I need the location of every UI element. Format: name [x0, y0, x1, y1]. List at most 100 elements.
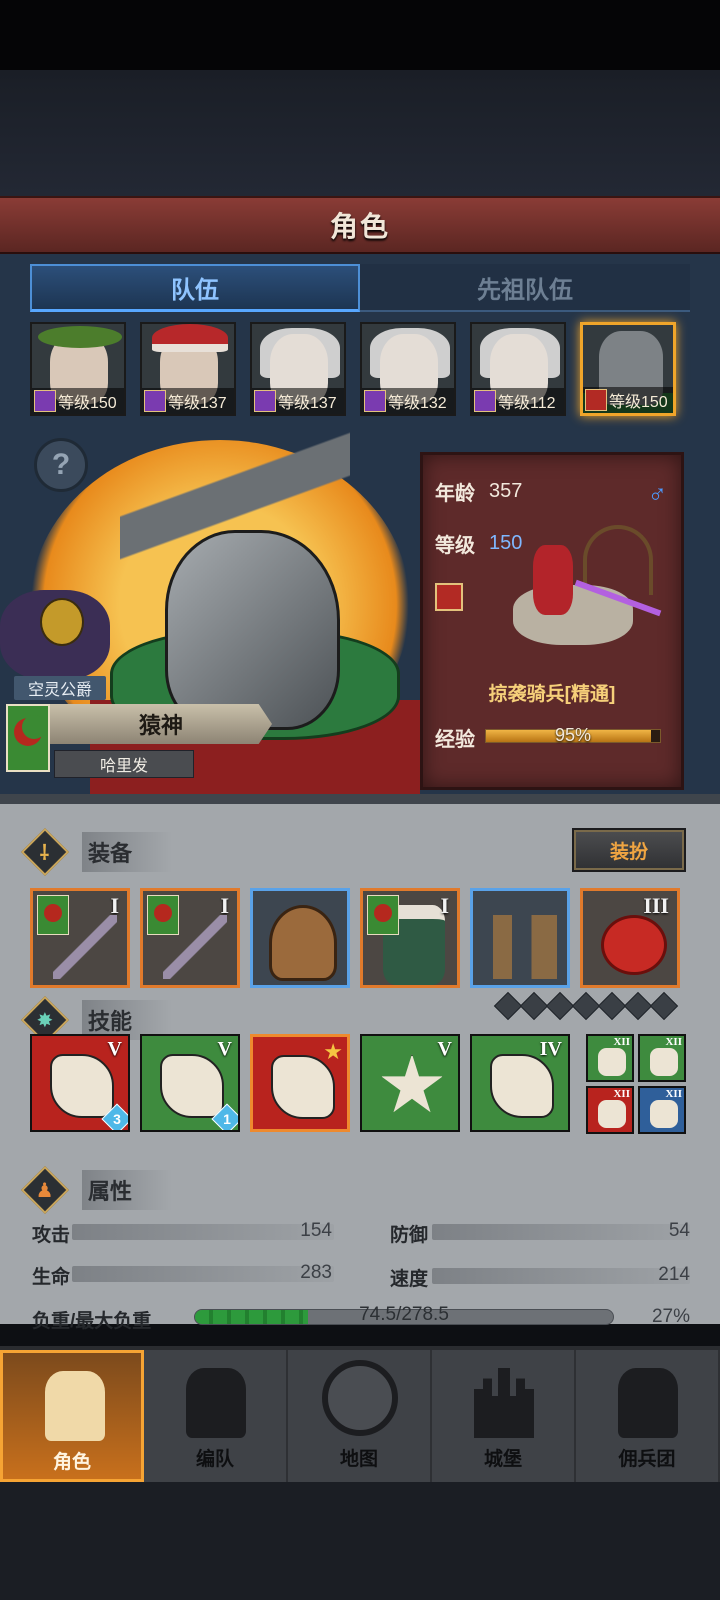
slash-skill-icon [160, 1054, 224, 1118]
backdrop [0, 70, 720, 196]
attributes-header: ♟ 属性 [20, 1165, 668, 1215]
group-name: 哈里发 [54, 750, 194, 778]
hero-level: 等级150 [609, 394, 668, 411]
equipment-slot-armor[interactable]: I [360, 888, 460, 988]
hero-slot[interactable]: 等级132 [360, 322, 456, 416]
hero-slot[interactable]: 等级150 [30, 322, 126, 416]
load-percent: 27% [651, 1306, 690, 1327]
equipment-slot-emblem[interactable]: III [580, 888, 680, 988]
tier-label: V [217, 1038, 232, 1060]
character-name[interactable]: 猿神 [50, 704, 272, 744]
nav-mercenary[interactable]: 佣兵团 [576, 1350, 720, 1482]
emblem-icon [601, 915, 667, 975]
compass-icon [322, 1360, 398, 1436]
dagger-icon: ⸸ [20, 827, 70, 877]
exp-label: 经验 [435, 729, 475, 751]
class-icon [474, 390, 496, 412]
skill-slot-indicator [545, 991, 575, 1021]
banner-icon [618, 1368, 678, 1438]
speed-value: 214 [658, 1264, 690, 1285]
crescent-flag-icon [6, 704, 50, 772]
skill-slot[interactable]: V 3 [30, 1034, 130, 1132]
star-icon: ★ [323, 1039, 343, 1064]
hero-level: 等级137 [278, 395, 337, 412]
hero-slot-selected[interactable]: 等级150 [580, 322, 676, 416]
burst-skill-icon [381, 1054, 443, 1113]
tab-ancestor-team[interactable]: 先祖队伍 [360, 264, 690, 312]
boots-icon [493, 915, 557, 979]
equipment-slot-offhand[interactable]: I [140, 888, 240, 988]
load-value: 74.5/278.5 [359, 1304, 449, 1325]
passive-skill[interactable]: XII [638, 1086, 686, 1134]
class-icon [585, 389, 607, 411]
status-area [0, 0, 720, 70]
hero-level: 等级150 [58, 395, 117, 412]
wreath-icon [38, 326, 122, 348]
attack-label: 攻击 [32, 1225, 71, 1246]
equipment-label: 装备 [82, 832, 173, 872]
unit-name: 掠袭骑兵[精通] [488, 684, 616, 705]
nav-character[interactable]: 角色 [0, 1350, 144, 1482]
skill-slot-selected[interactable]: ★ [250, 1034, 350, 1132]
unit-illustration [493, 525, 662, 675]
hero-level: 等级132 [388, 395, 447, 412]
potion-icon [0, 590, 110, 680]
help-button[interactable]: ? [34, 438, 88, 492]
equipment-slot-boots[interactable] [470, 888, 570, 988]
nav-castle[interactable]: 城堡 [432, 1350, 576, 1482]
info-panel: 年龄 357 ♂ 等级 150 掠袭骑兵[精通] 经验 95% [420, 452, 684, 790]
passive-skill[interactable]: XII [638, 1034, 686, 1082]
nav-formation[interactable]: 编队 [144, 1350, 288, 1482]
equipment-slot-weapon[interactable]: I [30, 888, 130, 988]
skill-slot-indicator [519, 991, 549, 1021]
hero-slot[interactable]: 等级112 [470, 322, 566, 416]
title-bar: 角色 [0, 196, 720, 254]
defense-value: 54 [668, 1220, 690, 1241]
equipment-slot-helmet[interactable] [250, 888, 350, 988]
exp-percent: 95% [554, 725, 592, 745]
charge-skill-icon [50, 1054, 114, 1118]
skill-slot-indicator [571, 991, 601, 1021]
class-icon [435, 583, 463, 611]
noble-title: 空灵公爵 [14, 676, 107, 700]
passive-skill[interactable]: XII [586, 1086, 634, 1134]
skill-slot[interactable]: IV [470, 1034, 570, 1132]
attribute-icon: ♟ [20, 1165, 70, 1215]
skill-slot[interactable]: V 1 [140, 1034, 240, 1132]
tier-label: III [643, 893, 669, 918]
passive-skill-icon [598, 1048, 626, 1076]
crystal-skill-icon [490, 1054, 554, 1118]
knight-helmet [165, 530, 340, 730]
skill-slot[interactable]: V [360, 1034, 460, 1132]
class-icon [364, 390, 386, 412]
tier-label: V [437, 1038, 452, 1060]
nav-map[interactable]: 地图 [288, 1350, 432, 1482]
helmet-shield-icon [186, 1368, 246, 1438]
crescent-flag-icon [367, 895, 399, 935]
defense-label: 防御 [390, 1225, 429, 1246]
hero-slot[interactable]: 等级137 [140, 322, 236, 416]
hp-value: 283 [300, 1262, 332, 1283]
hero-level: 等级112 [498, 395, 556, 412]
hero-level: 等级137 [168, 395, 227, 412]
passive-skill-icon [650, 1100, 678, 1128]
bottom-nav: 角色 编队 地图 城堡 佣兵团 [0, 1346, 720, 1482]
tab-team[interactable]: 队伍 [30, 264, 360, 312]
passive-skill[interactable]: XII [586, 1034, 634, 1082]
load-label: 负重/最大负重 [32, 1311, 152, 1332]
passive-skill-icon [650, 1048, 678, 1076]
attack-value: 154 [300, 1220, 332, 1241]
santa-hat-icon [152, 324, 228, 352]
dress-up-button[interactable]: 装扮 [572, 828, 686, 872]
hero-slot[interactable]: 等级137 [250, 322, 346, 416]
class-icon [254, 390, 276, 412]
skill-slot-indicator [597, 991, 627, 1021]
skill-slot-indicator [649, 991, 679, 1021]
knight-icon [45, 1371, 105, 1441]
skill-slot-indicators [493, 991, 679, 1021]
hp-label: 生命 [32, 1267, 71, 1288]
page-title: 角色 [329, 211, 390, 242]
class-icon [144, 390, 166, 412]
age-label: 年龄 [435, 483, 475, 505]
tier-label: IV [539, 1038, 562, 1060]
